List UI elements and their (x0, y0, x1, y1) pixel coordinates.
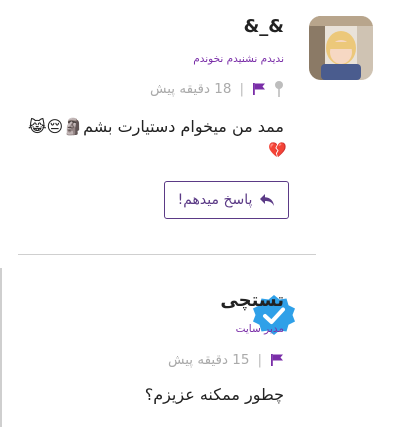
author-role: مدیر سایت (235, 323, 284, 335)
avatar-image (309, 16, 373, 80)
reply-arrow-icon (260, 194, 275, 206)
comment-text: ممد من میخوام دستیارت بشم🗿😔😹 (27, 117, 284, 136)
comment-author[interactable]: &_& (244, 16, 284, 37)
comment-text-tail: 💔 (268, 141, 287, 159)
comment-divider (18, 254, 316, 255)
meta-separator: | (257, 352, 262, 368)
comment-meta: | 18 دقیقه پیش (150, 79, 284, 99)
pin-icon[interactable] (274, 80, 284, 98)
author-role: ندیدم نشنیدم نخوندم (193, 53, 284, 65)
comment-meta: | 15 دقیقه پیش (168, 350, 284, 370)
comment-text: چطور ممکنه عزیزم؟ (144, 385, 284, 404)
reply-button-label: پاسخ میدهم! (177, 192, 253, 208)
comment-time: 15 دقیقه پیش (168, 352, 250, 368)
comment-item: تستچی مدیر سایت | 15 دقیقه پیش چطور ممکن… (0, 270, 400, 427)
avatar[interactable] (309, 16, 373, 80)
comment-time: 18 دقیقه پیش (150, 81, 232, 97)
reply-button[interactable]: پاسخ میدهم! (164, 181, 289, 219)
comment-item: &_& ندیدم نشنیدم نخوندم | 18 دقیقه پیش م… (0, 0, 400, 250)
comment-author[interactable]: تستچی (220, 290, 284, 311)
flag-icon[interactable] (252, 82, 266, 96)
flag-icon[interactable] (270, 353, 284, 367)
meta-separator: | (239, 81, 244, 97)
